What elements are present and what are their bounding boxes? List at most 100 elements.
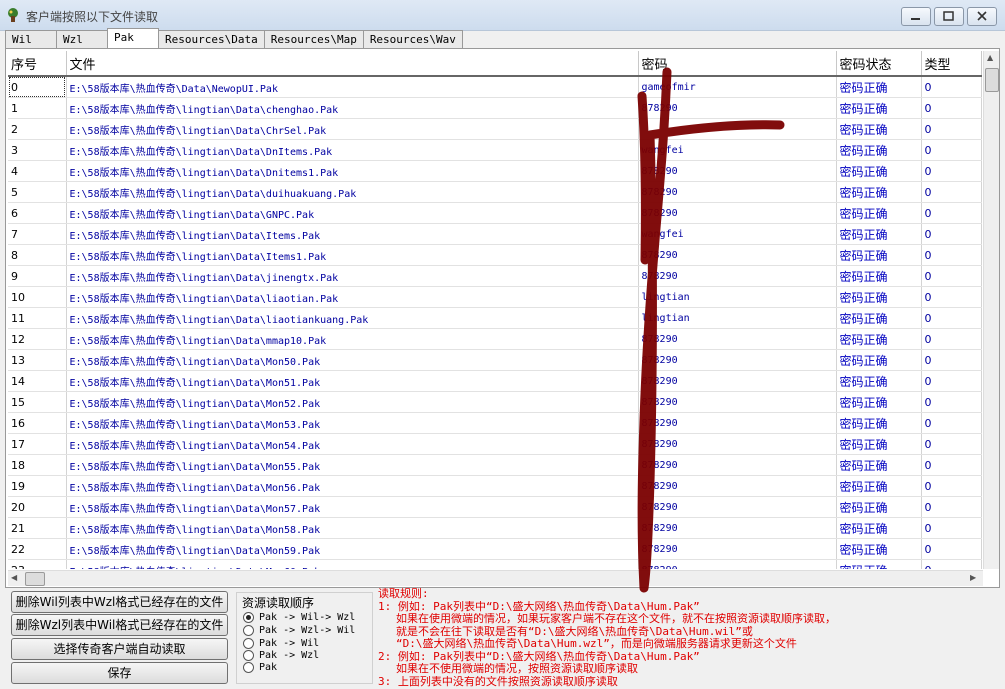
table-row[interactable]: 9 E:\58版本库\热血传奇\lingtian\Data\jinengtx.Pa… [8,265,982,287]
cell-password[interactable]: gameofmir [638,76,837,98]
resource-order-option[interactable]: Pak -> Wzl-> Wil [243,624,355,637]
cell-password[interactable]: 878290 [638,349,837,371]
cell-password-status[interactable]: 密码正确 [836,265,922,287]
cell-password-status[interactable]: 密码正确 [836,181,922,203]
cell-file[interactable]: E:\58版本库\热血传奇\lingtian\Data\jinengtx.Pak [66,265,639,287]
cell-index[interactable]: 12 [8,328,67,350]
cell-password-status[interactable]: 密码正确 [836,202,922,224]
file-table[interactable]: 序号 文件 密码 密码状态 类型 0 E:\58版本库\热血传奇\Data\New… [8,51,982,569]
cell-index[interactable]: 14 [8,370,67,392]
cell-password[interactable]: 878290 [638,181,837,203]
cell-file[interactable]: E:\58版本库\热血传奇\lingtian\Data\Dnitems1.Pak [66,160,639,182]
cell-password-status[interactable]: 密码正确 [836,517,922,539]
table-row[interactable]: 4 E:\58版本库\热血传奇\lingtian\Data\Dnitems1.Pa… [8,160,982,182]
cell-file[interactable]: E:\58版本库\热血传奇\lingtian\Data\Mon51.Pak [66,370,639,392]
table-row[interactable]: 7 E:\58版本库\热血传奇\lingtian\Data\Items.Pak wa… [8,223,982,245]
cell-type[interactable]: 0 [921,307,982,329]
table-row[interactable]: 10 E:\58版本库\热血传奇\lingtian\Data\liaotian.P… [8,286,982,308]
cell-index[interactable]: 6 [8,202,67,224]
cell-type[interactable]: 0 [921,370,982,392]
cell-password[interactable]: 878290 [638,328,837,350]
col-header-password-status[interactable]: 密码状态 [836,51,922,77]
cell-file[interactable]: E:\58版本库\热血传奇\lingtian\Data\Mon58.Pak [66,517,639,539]
cell-type[interactable]: 0 [921,202,982,224]
tab-wil[interactable]: Wil [5,30,57,48]
tab-wzl[interactable]: Wzl [56,30,108,48]
cell-password[interactable]: 878290 [638,412,837,434]
cell-file[interactable]: E:\58版本库\热血传奇\lingtian\Data\Items.Pak [66,223,639,245]
cell-file[interactable]: E:\58版本库\热血传奇\lingtian\Data\Mon60.Pak [66,559,639,569]
cell-password[interactable]: 878290 [638,202,837,224]
cell-password[interactable]: 878290 [638,160,837,182]
cell-file[interactable]: E:\58版本库\热血传奇\lingtian\Data\Mon56.Pak [66,475,639,497]
cell-password[interactable]: 878290 [638,370,837,392]
cell-type[interactable]: 0 [921,265,982,287]
cell-file[interactable]: E:\58版本库\热血传奇\lingtian\Data\chenghao.Pak [66,97,639,119]
vertical-scroll-thumb[interactable] [985,68,999,92]
table-row[interactable]: 15 E:\58版本库\热血传奇\lingtian\Data\Mon52.Pak 8… [8,391,982,413]
cell-password[interactable]: 878290 [638,433,837,455]
table-row[interactable]: 21 E:\58版本库\热血传奇\lingtian\Data\Mon58.Pak 8… [8,517,982,539]
cell-password-status[interactable]: 密码正确 [836,349,922,371]
minimize-button[interactable] [901,7,931,26]
col-header-file[interactable]: 文件 [66,51,639,77]
cell-file[interactable]: E:\58版本库\热血传奇\lingtian\Data\DnItems.Pak [66,139,639,161]
cell-password[interactable]: 878290 [638,538,837,560]
cell-password-status[interactable]: 密码正确 [836,496,922,518]
table-row[interactable]: 1 E:\58版本库\热血传奇\lingtian\Data\chenghao.Pa… [8,97,982,119]
delete-wzl-duplicates-button[interactable]: 删除Wzl列表中Wil格式已经存在的文件 [11,614,228,636]
cell-password-status[interactable]: 密码正确 [836,139,922,161]
tab-resources-map[interactable]: Resources\Map [263,30,364,48]
cell-password-status[interactable]: 密码正确 [836,160,922,182]
cell-type[interactable]: 0 [921,517,982,539]
cell-type[interactable]: 0 [921,244,982,266]
table-row[interactable]: 6 E:\58版本库\热血传奇\lingtian\Data\GNPC.Pak 878… [8,202,982,224]
cell-file[interactable]: E:\58版本库\热血传奇\lingtian\Data\Mon50.Pak [66,349,639,371]
cell-password[interactable] [638,118,837,140]
cell-password-status[interactable]: 密码正确 [836,538,922,560]
cell-index[interactable]: 11 [8,307,67,329]
cell-index[interactable]: 22 [8,538,67,560]
scroll-up-icon[interactable]: ▲ [987,53,993,62]
cell-type[interactable]: 0 [921,433,982,455]
table-row[interactable]: 19 E:\58版本库\热血传奇\lingtian\Data\Mon56.Pak 8… [8,475,982,497]
cell-index[interactable]: 20 [8,496,67,518]
table-row[interactable]: 17 E:\58版本库\热血传奇\lingtian\Data\Mon54.Pak 8… [8,433,982,455]
cell-index[interactable]: 23 [8,559,67,569]
table-row[interactable]: 5 E:\58版本库\热血传奇\lingtian\Data\duihuakuang… [8,181,982,203]
table-row[interactable]: 22 E:\58版本库\热血传奇\lingtian\Data\Mon59.Pak 8… [8,538,982,560]
cell-password[interactable]: 878290 [638,265,837,287]
cell-type[interactable]: 0 [921,538,982,560]
table-row[interactable]: 2 E:\58版本库\热血传奇\lingtian\Data\ChrSel.Pak 密… [8,118,982,140]
cell-type[interactable]: 0 [921,139,982,161]
scroll-right-icon[interactable]: ▶ [970,573,976,582]
cell-file[interactable]: E:\58版本库\热血传奇\lingtian\Data\liaotian.Pak [66,286,639,308]
cell-password-status[interactable]: 密码正确 [836,559,922,569]
cell-password[interactable]: 878290 [638,454,837,476]
cell-type[interactable]: 0 [921,328,982,350]
cell-password-status[interactable]: 密码正确 [836,307,922,329]
cell-type[interactable]: 0 [921,475,982,497]
tab-pak[interactable]: Pak [107,28,159,48]
cell-password[interactable]: 878290 [638,244,837,266]
cell-type[interactable]: 0 [921,349,982,371]
vertical-scrollbar[interactable]: ▲ [983,51,999,569]
cell-password-status[interactable]: 密码正确 [836,391,922,413]
cell-file[interactable]: E:\58版本库\热血传奇\lingtian\Data\Items1.Pak [66,244,639,266]
table-row[interactable]: 23E:\58版本库\热血传奇\lingtian\Data\Mon60.Pak8… [8,559,982,569]
cell-type[interactable]: 0 [921,454,982,476]
cell-password[interactable]: 878290 [638,496,837,518]
table-row[interactable]: 0 E:\58版本库\热血传奇\Data\NewopUI.Pak gameofmir… [8,76,982,98]
col-header-index[interactable]: 序号 [8,51,67,77]
cell-password-status[interactable]: 密码正确 [836,76,922,98]
radio-button[interactable] [243,638,254,649]
table-row[interactable]: 14 E:\58版本库\热血传奇\lingtian\Data\Mon51.Pak 8… [8,370,982,392]
cell-index[interactable]: 0 [8,76,67,98]
cell-index[interactable]: 17 [8,433,67,455]
cell-file[interactable]: E:\58版本库\热血传奇\lingtian\Data\mmap10.Pak [66,328,639,350]
horizontal-scroll-thumb[interactable] [25,572,45,586]
cell-password[interactable]: lingtian [638,307,837,329]
table-row[interactable]: 16 E:\58版本库\热血传奇\lingtian\Data\Mon53.Pak 8… [8,412,982,434]
cell-password-status[interactable]: 密码正确 [836,475,922,497]
cell-type[interactable]: 0 [921,160,982,182]
